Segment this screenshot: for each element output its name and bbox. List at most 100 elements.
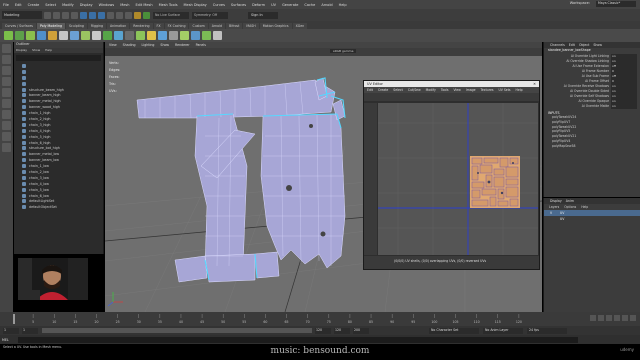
- cb-attribute-value[interactable]: off: [611, 64, 637, 69]
- shelf-tool-icon[interactable]: [48, 31, 57, 40]
- character-set-select[interactable]: No Character Set: [429, 327, 479, 334]
- shelf-tool-icon[interactable]: [4, 31, 13, 40]
- go-start-icon[interactable]: [590, 315, 596, 321]
- uv-menu-textures[interactable]: Textures: [481, 88, 494, 92]
- viewport-menu-show[interactable]: Show: [160, 43, 169, 47]
- uv-menu-uvsets[interactable]: UV Sets: [498, 88, 510, 92]
- shelf-tool-icon[interactable]: [81, 31, 90, 40]
- range-start-field[interactable]: 1: [3, 327, 19, 334]
- menu-create[interactable]: Create: [28, 3, 40, 7]
- shelf-tool-icon[interactable]: [147, 31, 156, 40]
- uv-menu-modify[interactable]: Modify: [426, 88, 436, 92]
- go-end-icon[interactable]: [630, 315, 636, 321]
- uv-menu-edit[interactable]: Edit: [367, 88, 373, 92]
- cb-tab-edit[interactable]: Edit: [569, 43, 575, 47]
- select-hierarchy-icon[interactable]: [80, 11, 87, 19]
- cb-attribute-value[interactable]: on: [611, 54, 637, 59]
- ipr-render-icon[interactable]: [143, 11, 150, 19]
- symmetry-field[interactable]: Symmetry: Off: [192, 11, 228, 19]
- layer-menu-help[interactable]: Help: [581, 205, 588, 209]
- menu-deform[interactable]: Deform: [252, 3, 265, 7]
- menu-set-select[interactable]: Modeling: [2, 11, 42, 19]
- outliner-menu-help[interactable]: Help: [45, 48, 52, 53]
- layer-row[interactable]: UV: [544, 216, 640, 222]
- sign-in-button[interactable]: Sign In: [248, 11, 278, 19]
- viewport-colorspace-label[interactable]: sRGB gamma: [330, 49, 357, 53]
- shelf-tool-icon[interactable]: [180, 31, 189, 40]
- cb-input-node[interactable]: polyMapSew38: [544, 144, 640, 149]
- layer-menu-layers[interactable]: Layers: [549, 205, 559, 209]
- menu-file[interactable]: File: [3, 3, 9, 7]
- uv-shells[interactable]: [470, 156, 520, 208]
- cb-attribute-value[interactable]: on: [611, 94, 637, 99]
- select-component-icon[interactable]: [98, 11, 105, 19]
- outliner-item[interactable]: defaultObjectSet: [14, 204, 103, 210]
- uv-menu-tools[interactable]: Tools: [441, 88, 449, 92]
- shelf-tool-icon[interactable]: [26, 31, 35, 40]
- shelf-tool-icon[interactable]: [70, 31, 79, 40]
- menu-edit-mesh[interactable]: Edit Mesh: [135, 3, 152, 7]
- outliner-menu-show[interactable]: Show: [32, 48, 40, 53]
- range-slider-bar[interactable]: [42, 328, 312, 333]
- shelf-tool-icon[interactable]: [59, 31, 68, 40]
- fps-select[interactable]: 24 fps: [527, 327, 567, 334]
- cb-attribute-value[interactable]: on: [611, 89, 637, 94]
- uv-canvas[interactable]: [378, 103, 538, 255]
- cb-attribute-value[interactable]: 0: [611, 69, 637, 74]
- viewport-menu-lighting[interactable]: Lighting: [142, 43, 155, 47]
- live-surface-field[interactable]: No Live Surface: [153, 11, 189, 19]
- layer-tab-display[interactable]: Display: [550, 199, 562, 203]
- layout-four-icon[interactable]: [2, 121, 11, 130]
- layer-visibility[interactable]: V: [550, 211, 556, 215]
- shelf-tool-icon[interactable]: [136, 31, 145, 40]
- viewport-menu-view[interactable]: View: [109, 43, 117, 47]
- workspace-select[interactable]: Maya Classic*: [596, 1, 636, 7]
- menu-surfaces[interactable]: Surfaces: [231, 3, 246, 7]
- menu-windows[interactable]: Windows: [99, 3, 115, 7]
- uv-menu-help[interactable]: Help: [516, 88, 523, 92]
- viewport-menu-panels[interactable]: Panels: [196, 43, 206, 47]
- shelf-tool-icon[interactable]: [114, 31, 123, 40]
- layout-side-icon[interactable]: [2, 132, 11, 141]
- playback-end-field[interactable]: 120: [315, 327, 331, 334]
- cb-tab-channels[interactable]: Channels: [550, 43, 565, 47]
- shelf-tool-icon[interactable]: [125, 31, 134, 40]
- close-icon[interactable]: ✕: [533, 82, 536, 86]
- layout-single-icon[interactable]: [2, 110, 11, 119]
- select-object-icon[interactable]: [89, 11, 96, 19]
- menu-curves[interactable]: Curves: [213, 3, 225, 7]
- banner-stand-mesh[interactable]: [136, 77, 346, 283]
- folder-icon[interactable]: [44, 11, 51, 19]
- snap-grid-icon[interactable]: [107, 11, 114, 19]
- shelf-tool-icon[interactable]: [158, 31, 167, 40]
- uv-menu-select[interactable]: Select: [393, 88, 403, 92]
- uv-menu-cutsew[interactable]: Cut/Sew: [408, 88, 421, 92]
- current-frame-marker[interactable]: [13, 314, 15, 324]
- anim-layer-select[interactable]: No Anim Layer: [483, 327, 523, 334]
- rotate-tool-icon[interactable]: [2, 88, 11, 97]
- outliner-menu-display[interactable]: Display: [16, 48, 27, 53]
- menu-help[interactable]: Help: [339, 3, 347, 7]
- cb-attribute-value[interactable]: off: [611, 74, 637, 79]
- shelf-tool-icon[interactable]: [37, 31, 46, 40]
- cb-attribute-value[interactable]: 0: [611, 79, 637, 84]
- play-forward-icon[interactable]: [614, 315, 620, 321]
- mel-toggle[interactable]: MEL: [2, 338, 18, 342]
- menu-mesh-tools[interactable]: Mesh Tools: [159, 3, 178, 7]
- cb-attribute-row[interactable]: Ai Override Matte on: [544, 104, 640, 109]
- cb-tab-show[interactable]: Show: [593, 43, 602, 47]
- step-back-icon[interactable]: [598, 315, 604, 321]
- shelf-tool-icon[interactable]: [202, 31, 211, 40]
- outliner-layout-icon[interactable]: [2, 143, 11, 152]
- menu-mesh[interactable]: Mesh: [120, 3, 129, 7]
- menu-mesh-display[interactable]: Mesh Display: [184, 3, 207, 7]
- shelf-tool-icon[interactable]: [213, 31, 222, 40]
- redo-icon[interactable]: [71, 11, 78, 19]
- uv-menu-image[interactable]: Image: [466, 88, 476, 92]
- render-icon[interactable]: [134, 11, 141, 19]
- paint-select-icon[interactable]: [2, 66, 11, 75]
- menu-edit[interactable]: Edit: [15, 3, 22, 7]
- time-slider[interactable]: 5 10 15 20 25 30 35 40 45 50 55 60 65 70 75 80 85 90 95 100…: [0, 312, 640, 326]
- cb-attribute-value[interactable]: on: [611, 104, 637, 109]
- play-back-icon[interactable]: [606, 315, 612, 321]
